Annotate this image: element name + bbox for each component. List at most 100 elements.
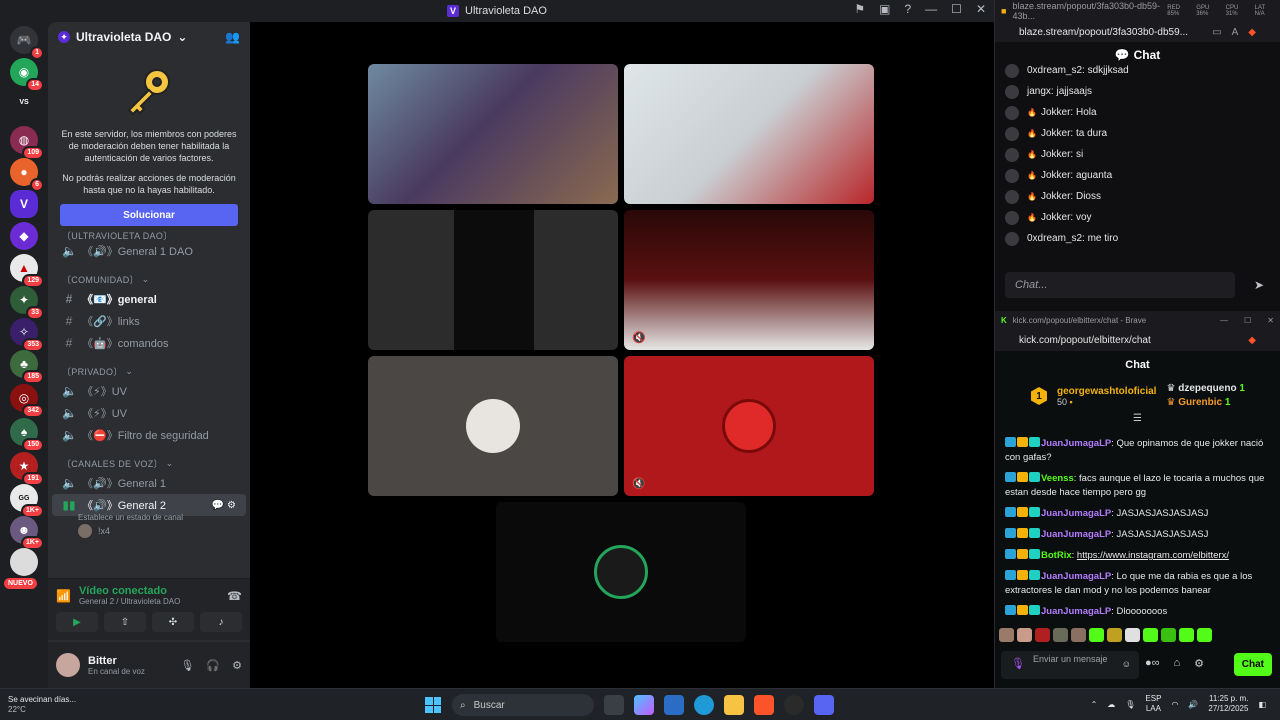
channel-general[interactable]: # 《📧》general: [52, 288, 246, 310]
cast-icon[interactable]: ▭: [1212, 27, 1221, 38]
video-tile[interactable]: [368, 210, 618, 350]
server-icon[interactable]: ● 6: [10, 158, 44, 192]
avatar[interactable]: [1005, 126, 1019, 141]
server-icon[interactable]: ★ 191: [10, 452, 44, 486]
channel-links[interactable]: # 《🔗》links: [52, 310, 246, 332]
avatar[interactable]: [1005, 147, 1019, 162]
chat-username[interactable]: Jokker: [1041, 212, 1070, 223]
microphone-icon[interactable]: 🎙: [180, 659, 194, 672]
server-icon[interactable]: VS: [10, 94, 38, 110]
chat-username[interactable]: JuanJumagaLP: [1041, 438, 1111, 449]
copilot-icon[interactable]: [634, 695, 654, 715]
category-ultravioleta[interactable]: 〔ULTRAVIOLETA DAO〕: [48, 230, 250, 241]
server-icon[interactable]: ♠ 150: [10, 418, 44, 452]
brave-icon[interactable]: [754, 695, 774, 715]
chat-username[interactable]: Veenss: [1041, 473, 1074, 484]
settings-icon[interactable]: ⚙: [1194, 657, 1204, 670]
weather-widget[interactable]: Se avecinan días... 22°C: [8, 695, 76, 715]
task-view-icon[interactable]: [604, 695, 624, 715]
chat-username[interactable]: JuanJumagaLP: [1041, 606, 1111, 617]
chat-username[interactable]: Jokker: [1041, 149, 1070, 160]
leaderboard-name[interactable]: Gurenbic: [1178, 397, 1222, 408]
store-icon[interactable]: ⌂: [1174, 657, 1181, 670]
channel-filtro-seguridad[interactable]: 🔈 《⛔》Filtro de seguridad: [52, 424, 246, 446]
video-location[interactable]: General 2 / Ultravioleta DAO: [79, 597, 180, 606]
video-tile[interactable]: [368, 64, 618, 204]
chat-username[interactable]: jangx: [1027, 86, 1051, 97]
filter-icon[interactable]: ☰: [995, 413, 1280, 429]
new-badge[interactable]: NUEVO: [4, 578, 37, 589]
emote-icon[interactable]: [1053, 628, 1068, 642]
screen-icon[interactable]: ▣: [879, 2, 890, 16]
server-icon[interactable]: ◉ 14: [10, 58, 44, 92]
disconnect-icon[interactable]: ☎: [227, 589, 242, 603]
discord-home-icon[interactable]: 🎮 1: [10, 26, 44, 60]
server-icon[interactable]: ◆: [10, 222, 38, 250]
video-tile[interactable]: [368, 356, 618, 496]
server-icon[interactable]: GG 1K+: [10, 484, 44, 518]
channel-general-1[interactable]: 🔈 《🔊》General 1: [52, 472, 246, 494]
mic-tray-icon[interactable]: 🎙: [1125, 700, 1135, 709]
avatar[interactable]: [56, 653, 80, 677]
activities-button[interactable]: ✣: [152, 612, 194, 632]
server-icon[interactable]: ✦ 33: [10, 286, 44, 320]
avatar[interactable]: [1005, 189, 1019, 204]
brave-shield-icon[interactable]: ◆: [1248, 27, 1256, 38]
server-ultravioleta-icon[interactable]: V: [10, 190, 38, 218]
close-icon[interactable]: ✕: [976, 2, 986, 16]
chat-username[interactable]: JuanJumagaLP: [1041, 529, 1111, 540]
category-comunidad[interactable]: 〔COMUNIDAD〕 ⌄: [48, 270, 250, 288]
channel-general-1-dao[interactable]: 🔈 《🔊》General 1 DAO: [52, 240, 246, 262]
leaderboard-name[interactable]: dzepequeno: [1178, 383, 1236, 394]
maximize-icon[interactable]: ☐: [1244, 316, 1251, 325]
wifi-icon[interactable]: ◠: [1171, 700, 1178, 709]
server-icon[interactable]: [10, 548, 38, 576]
camera-button[interactable]: ▶: [56, 612, 98, 632]
server-icon[interactable]: ▲ 129: [10, 254, 44, 288]
avatar[interactable]: [1005, 231, 1019, 246]
chat-username[interactable]: JuanJumagaLP: [1041, 508, 1111, 519]
channel-comandos[interactable]: # 《🤖》comandos: [52, 332, 246, 354]
search-box[interactable]: ⌕ Buscar: [452, 694, 594, 716]
chat-username[interactable]: BotRix: [1041, 550, 1072, 561]
chat-username[interactable]: JuanJumagaLP: [1041, 571, 1111, 582]
video-tile[interactable]: 🔇: [624, 356, 874, 496]
category-privado[interactable]: 〔PRIVADO〕 ⌄: [48, 362, 250, 380]
avatar[interactable]: [1005, 63, 1019, 78]
chat-username[interactable]: Jokker: [1041, 191, 1070, 202]
avatar[interactable]: [1005, 210, 1019, 225]
send-button[interactable]: Chat: [1233, 653, 1272, 676]
video-tile[interactable]: [624, 64, 874, 204]
minimize-icon[interactable]: —: [925, 2, 937, 16]
clock[interactable]: 11:25 p. m. 27/12/2025: [1208, 694, 1248, 714]
emote-icon[interactable]: [1107, 628, 1122, 642]
microphone-icon[interactable]: 🎙: [1011, 659, 1025, 670]
start-icon[interactable]: [425, 697, 441, 713]
leaderboard-name[interactable]: georgewashtoloficial: [1057, 386, 1156, 397]
emote-icon[interactable]: [1017, 628, 1032, 642]
video-tile[interactable]: [496, 502, 746, 642]
send-icon[interactable]: ➤: [1254, 278, 1264, 292]
minimize-icon[interactable]: —: [1220, 316, 1228, 325]
screen-share-button[interactable]: ⇧: [104, 612, 146, 632]
channel-uv-2[interactable]: 🔈 《⚡》UV: [52, 402, 246, 424]
message-input[interactable]: 🎙 Enviar un mensaje ☺: [1001, 651, 1139, 679]
brave-shield-icon[interactable]: ◆: [1248, 335, 1256, 346]
category-voz[interactable]: 〔CANALES DE VOZ〕 ⌄: [48, 454, 250, 472]
language-indicator[interactable]: ESP LAA: [1145, 694, 1161, 714]
avatar[interactable]: [1005, 84, 1019, 99]
notification-icon[interactable]: ◧: [1258, 700, 1266, 709]
emote-icon[interactable]: [1071, 628, 1086, 642]
channel-uv[interactable]: 🔈 《⚡》UV: [52, 380, 246, 402]
emote-icon[interactable]: [1089, 628, 1104, 642]
solve-button[interactable]: Solucionar: [60, 204, 238, 226]
file-explorer-icon[interactable]: [724, 695, 744, 715]
emote-icon[interactable]: [999, 628, 1014, 642]
maximize-icon[interactable]: ☐: [951, 2, 962, 16]
channel-status[interactable]: Establece un estado de canal: [48, 513, 250, 522]
chat-username[interactable]: 0xdream_s2: [1027, 233, 1082, 244]
server-icon[interactable]: ♣ 185: [10, 350, 44, 384]
volume-icon[interactable]: 🔊: [1188, 700, 1198, 709]
chat-text[interactable]: https://www.instagram.com/elbitterx/: [1077, 550, 1229, 561]
close-icon[interactable]: ✕: [1267, 316, 1274, 325]
